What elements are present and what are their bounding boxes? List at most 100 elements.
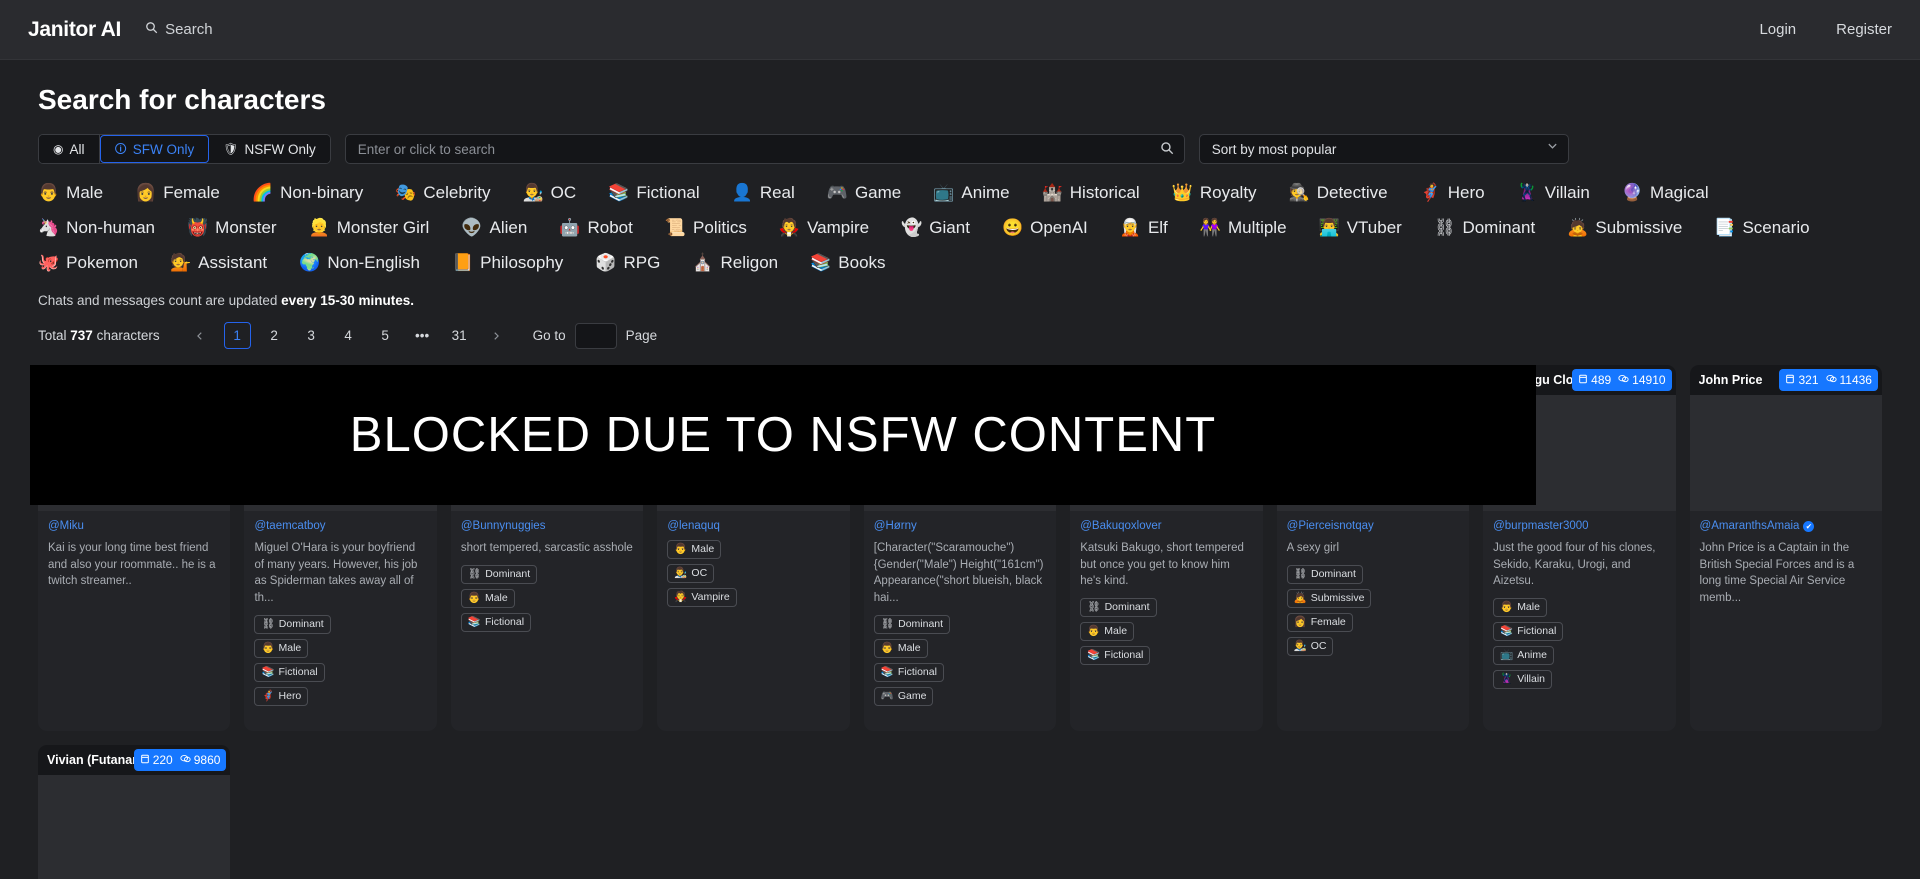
page-button[interactable]: 4 [335,322,362,349]
card-tag[interactable]: 📚 Fictional [254,662,325,682]
chevron-left-icon[interactable] [187,322,214,349]
tag-filter-submissive[interactable]: 🙇 Submissive [1567,215,1682,241]
card-author-link[interactable]: @taemcatboy [254,520,426,532]
card-tag[interactable]: ⛓ Dominant [460,564,538,584]
card-tag[interactable]: 👨 Male [667,540,722,559]
tag-filter-books[interactable]: 📚 Books [810,250,885,276]
card-author-name: @Hørny [873,520,917,532]
nav-search-button[interactable]: Search [145,21,213,38]
tag-label: Religon [720,253,779,272]
card-tag[interactable]: 👨 Male [254,638,309,658]
card-tag[interactable]: 📚 Fictional [873,662,944,682]
card-tag[interactable]: 👨 Male [460,588,515,608]
tag-filter-historical[interactable]: 🏰 Historical [1042,180,1140,206]
tag-filter-pokemon[interactable]: 🐙 Pokemon [38,250,138,276]
page-button[interactable]: 5 [372,322,399,349]
tag-filter-magical[interactable]: 🔮 Magical [1622,180,1709,206]
tag-filter-elf[interactable]: 🧝 Elf [1120,215,1168,241]
filter-segment-sfw-only[interactable]: 🛈 SFW Only [99,135,210,163]
tag-filter-assistant[interactable]: 💁 Assistant [170,250,267,276]
card-tag[interactable]: 👨 Male [1080,622,1135,642]
card-author-link[interactable]: @Bakuqoxlover [1080,520,1252,532]
card-tag[interactable]: 🧛 Vampire [667,588,737,607]
card-tag[interactable]: 👩 Female [1286,612,1353,632]
tag-filter-vampire[interactable]: 🧛 Vampire [779,215,869,241]
tag-filter-politics[interactable]: 📜 Politics [665,215,747,241]
page-button[interactable]: ••• [409,322,436,349]
card-author-link[interactable]: @lenaquq [667,520,839,532]
brand-logo[interactable]: Janitor AI [28,18,121,42]
card-author-link[interactable]: @Miku [48,520,220,532]
tag-filter-philosophy[interactable]: 📙 Philosophy [452,250,563,276]
card-tag[interactable]: 👨‍🎨 OC [667,564,715,583]
card-tag-emoji-icon: 👨 [880,641,894,654]
card-tag[interactable]: 🎮 Game [873,686,934,706]
chevron-right-icon[interactable] [483,322,510,349]
tag-filter-giant[interactable]: 👻 Giant [901,215,970,241]
card-tag[interactable]: 👨‍🎨 OC [1286,636,1334,656]
card-tag[interactable]: ⛓ Dominant [873,614,951,634]
tag-filter-robot[interactable]: 🤖 Robot [559,215,633,241]
login-link[interactable]: Login [1759,21,1796,38]
card-tag[interactable]: 🦸 Hero [254,686,309,706]
card-tag[interactable]: ⛓ Dominant [1286,564,1363,584]
card-tag[interactable]: ⛓ Dominant [254,614,331,634]
tag-filter-monster-girl[interactable]: 👱 Monster Girl [309,215,430,241]
card-tag[interactable]: 🙇 Submissive [1286,588,1372,608]
card-tag[interactable]: 📚 Fictional [1080,646,1151,666]
page-button[interactable]: 3 [298,322,325,349]
goto-page-input[interactable] [574,322,617,349]
card-tag[interactable]: ⛓ Dominant [1080,598,1157,618]
tag-filter-openai[interactable]: 😀 OpenAI [1002,215,1088,241]
search-input[interactable] [344,134,1185,164]
tag-filter-non-binary[interactable]: 🌈 Non-binary [252,180,363,206]
tag-filter-oc[interactable]: 👨‍🎨 OC [522,180,576,206]
tag-filter-fictional[interactable]: 📚 Fictional [608,180,699,206]
page-button[interactable]: 2 [261,322,288,349]
card-author-link[interactable]: @Hørny [874,520,1046,532]
tag-filter-dominant[interactable]: ⛓ Dominant [1434,215,1535,241]
tag-filter-non-human[interactable]: 🦄 Non-human [38,215,155,241]
tag-filter-female[interactable]: 👩 Female [135,180,220,206]
page-button[interactable]: 1 [223,322,251,349]
filter-segment-nsfw-only[interactable]: 🛡 NSFW Only [209,135,330,163]
card-author-link[interactable]: @AmaranthsAmaia ✔ [1700,520,1872,532]
tag-filter-villain[interactable]: 🦹 Villain [1517,180,1590,206]
tag-filter-multiple[interactable]: 👭 Multiple [1200,215,1287,241]
tag-filter-religon[interactable]: ⛪ Religon [692,250,778,276]
filter-segment-all[interactable]: ◉ All [39,135,100,163]
tag-filter-anime[interactable]: 📺 Anime [933,180,1009,206]
register-link[interactable]: Register [1836,21,1892,38]
tag-label: Books [838,253,886,272]
character-card[interactable]: Vivian (Futanari)2209860@AnonspicyMature… [38,745,231,879]
card-header: John Price 321 11436 [1689,365,1882,395]
card-author-link[interactable]: @Pierceisnotqay [1287,520,1459,532]
tag-filter-detective[interactable]: 🕵️ Detective [1289,180,1388,206]
sort-dropdown[interactable]: Sort by most popular [1198,134,1569,164]
card-tag[interactable]: 📚 Fictional [460,612,532,632]
character-description: Katsuki Bakugo, short tempered but once … [1080,542,1244,588]
tag-filter-royalty[interactable]: 👑 Royalty [1172,180,1257,206]
tag-filter-celebrity[interactable]: 🎭 Celebrity [395,180,490,206]
card-author-link[interactable]: @Bunnynuggies [461,520,633,532]
tag-filter-non-english[interactable]: 🌍 Non-English [299,250,420,276]
tag-filter-hero[interactable]: 🦸 Hero [1420,180,1485,206]
tag-filter-rpg[interactable]: 🎲 RPG [595,250,660,276]
card-author-link[interactable]: @burpmaster3000 [1493,520,1665,532]
tag-filter-male[interactable]: 👨 Male [38,180,103,206]
card-tag-emoji-icon: 👨 [467,591,481,604]
tag-filter-vtuber[interactable]: 👨‍💻 VTuber [1319,215,1402,241]
search-submit-icon[interactable] [1160,141,1174,158]
character-card[interactable]: John Price 321 11436 @AmaranthsAmaia ✔ John P… [1689,365,1882,731]
card-tag[interactable]: 📚 Fictional [1493,622,1564,642]
tag-filter-alien[interactable]: 👽 Alien [461,215,527,241]
page-button[interactable]: 31 [446,322,473,349]
tag-filter-scenario[interactable]: 📑 Scenario [1714,215,1809,241]
card-tag[interactable]: 📺 Anime [1493,646,1554,666]
tag-filter-monster[interactable]: 👹 Monster [187,215,277,241]
card-tag[interactable]: 🦹 Villain [1493,670,1553,690]
card-tag[interactable]: 👨 Male [1493,598,1547,618]
card-tag[interactable]: 👨 Male [873,638,928,658]
tag-filter-game[interactable]: 🎮 Game [827,180,901,206]
tag-filter-real[interactable]: 👤 Real [732,180,795,206]
